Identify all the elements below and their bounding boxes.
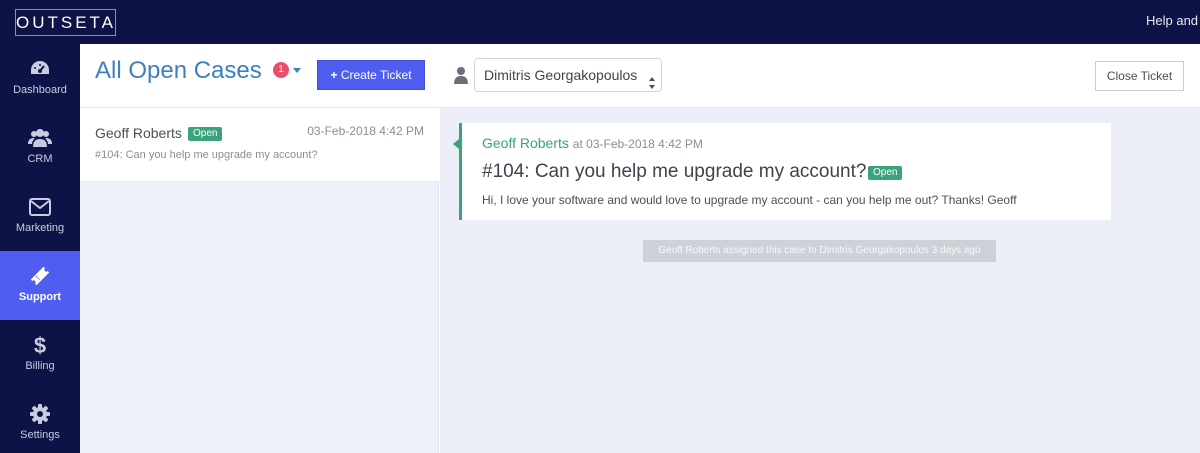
svg-text:$: $: [34, 333, 46, 357]
dashboard-gauge-icon: [28, 58, 52, 80]
assignee-value: Dimitris Georgakopoulos: [484, 67, 638, 83]
message-body: Hi, I love your software and would love …: [482, 193, 1017, 207]
sidebar-item-support[interactable]: Support: [0, 251, 80, 320]
select-arrows-icon: [648, 69, 656, 89]
message-meta: Geoff Roberts at 03-Feb-2018 4:42 PM: [482, 135, 703, 151]
ticket-subject: #104: Can you help me upgrade my account…: [95, 149, 318, 161]
message-timestamp: at 03-Feb-2018 4:42 PM: [572, 137, 703, 151]
close-ticket-button[interactable]: Close Ticket: [1095, 61, 1184, 91]
sidebar-item-label: Dashboard: [13, 84, 67, 96]
sidebar-item-billing[interactable]: $ Billing: [0, 320, 80, 389]
status-badge: Open: [188, 127, 223, 141]
sidebar-item-label: Marketing: [15, 222, 65, 234]
create-ticket-label: Create Ticket: [340, 68, 412, 82]
help-link[interactable]: Help and: [1146, 13, 1200, 28]
message-pointer: [453, 139, 459, 149]
ticket-icon: [28, 265, 52, 287]
case-list-panel: All Open Cases 1 + Create Ticket Geoff R…: [80, 44, 439, 453]
people-icon: [28, 127, 52, 149]
case-count-badge: 1: [273, 62, 289, 78]
sidebar-item-marketing[interactable]: Marketing: [0, 182, 80, 251]
sidebar-nav: Dashboard CRM Marketing Support $ Billin…: [0, 44, 80, 453]
gear-icon: [28, 403, 52, 425]
sidebar-item-label: CRM: [27, 153, 53, 165]
user-icon: [453, 66, 469, 84]
sidebar-item-crm[interactable]: CRM: [0, 113, 80, 182]
sidebar-item-dashboard[interactable]: Dashboard: [0, 44, 80, 113]
message-subject: #104: Can you help me upgrade my account…: [482, 161, 867, 182]
ticket-detail-header: Dimitris Georgakopoulos Close Ticket: [440, 44, 1200, 108]
activity-note: Geoff Roberts assigned this case to Dimi…: [643, 240, 996, 262]
ticket-detail-panel: Dimitris Georgakopoulos Close Ticket Geo…: [440, 44, 1200, 453]
sidebar-item-label: Support: [18, 291, 62, 303]
plus-icon: +: [330, 68, 338, 82]
envelope-icon: [28, 196, 52, 218]
ticket-message: Geoff Roberts at 03-Feb-2018 4:42 PM #10…: [453, 123, 1111, 220]
top-bar: OUTSETA Help and: [0, 0, 1200, 44]
app-logo[interactable]: OUTSETA: [15, 9, 116, 36]
sidebar-item-label: Settings: [20, 429, 60, 441]
chevron-down-icon[interactable]: [293, 68, 301, 73]
dollar-icon: $: [28, 333, 52, 357]
assignee-select[interactable]: Dimitris Georgakopoulos: [474, 58, 662, 92]
case-list-header: All Open Cases 1 + Create Ticket: [80, 44, 439, 108]
sidebar-item-settings[interactable]: Settings: [0, 389, 80, 453]
ticket-list-item[interactable]: Geoff Roberts Open 03-Feb-2018 4:42 PM #…: [80, 108, 439, 182]
ticket-requester: Geoff Roberts: [95, 125, 182, 141]
create-ticket-button[interactable]: + Create Ticket: [317, 60, 425, 90]
message-author[interactable]: Geoff Roberts: [482, 135, 569, 151]
sidebar-item-label: Billing: [25, 360, 55, 372]
status-badge: Open: [868, 166, 903, 180]
ticket-date: 03-Feb-2018 4:42 PM: [307, 124, 424, 138]
page-title[interactable]: All Open Cases: [95, 57, 262, 85]
